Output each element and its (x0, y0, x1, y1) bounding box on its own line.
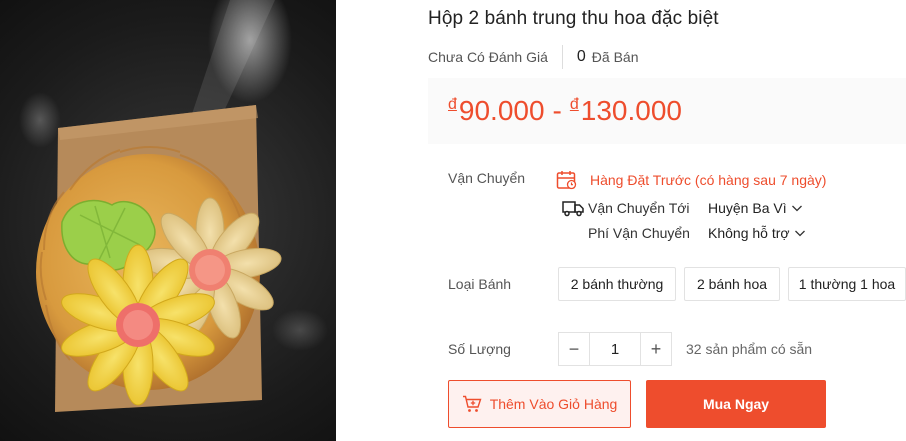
preorder-text: Hàng Đặt Trước (có hàng sau 7 ngày) (590, 172, 827, 188)
variant-label: Loại Bánh (448, 276, 512, 292)
calendar-icon (556, 171, 577, 190)
price-min-currency: đ (448, 96, 457, 113)
chevron-down-icon (791, 205, 802, 212)
product-title: Hộp 2 bánh trung thu hoa đặc biệt (428, 8, 719, 29)
ship-to-dropdown[interactable]: Huyện Ba Vì (708, 200, 803, 216)
add-to-cart-label: Thêm Vào Giỏ Hàng (489, 396, 618, 412)
price-separator: - (552, 95, 562, 126)
rating-text[interactable]: Chưa Có Đánh Giá (428, 49, 548, 65)
buy-now-button[interactable]: Mua Ngay (646, 380, 826, 428)
shipping-fee-row: Phí Vận Chuyển Không hỗ trợ (588, 225, 805, 241)
mooncake-illustration (36, 0, 282, 412)
quantity-input[interactable]: 1 (590, 332, 640, 366)
variant-option-1-thuong-1-hoa[interactable]: 1 thường 1 hoa (788, 267, 906, 301)
ship-to-row: Vận Chuyển Tới Huyện Ba Vì (562, 199, 802, 217)
price-max-currency: đ (569, 96, 579, 113)
quantity-stepper: − 1 + (558, 332, 672, 366)
quantity-decrease-button[interactable]: − (558, 332, 590, 366)
chevron-down-icon (794, 230, 805, 237)
variant-option-2-banh-thuong[interactable]: 2 bánh thường (558, 267, 676, 301)
price-box: đ 90.000 - đ 130.000 (428, 78, 906, 144)
variant-option-2-banh-hoa[interactable]: 2 bánh hoa (684, 267, 780, 301)
stock-available-text: 32 sản phẩm có sẵn (686, 341, 813, 357)
shipping-fee-value: Không hỗ trợ (708, 225, 790, 241)
rating-divider (561, 45, 563, 69)
shipping-fee-dropdown[interactable]: Không hỗ trợ (708, 225, 806, 241)
preorder-row: Hàng Đặt Trước (có hàng sau 7 ngày) (556, 170, 826, 190)
quantity-label: Số Lượng (448, 341, 511, 357)
sold-count: 0 (576, 48, 586, 65)
sold-label: Đã Bán (591, 49, 639, 65)
shipping-fee-label: Phí Vận Chuyển (588, 225, 690, 241)
shipping-label: Vận Chuyển (448, 170, 526, 186)
quantity-increase-button[interactable]: + (640, 332, 672, 366)
price-min: 90.000 (458, 95, 545, 126)
ship-to-value: Huyện Ba Vì (708, 200, 787, 216)
variant-options: 2 bánh thường 2 bánh hoa 1 thường 1 hoa (558, 267, 906, 301)
truck-icon (562, 201, 584, 217)
product-image[interactable] (0, 0, 336, 441)
add-to-cart-icon (462, 395, 482, 412)
rating-row: Chưa Có Đánh Giá 0 Đã Bán (428, 44, 638, 70)
ship-to-label: Vận Chuyển Tới (588, 200, 690, 216)
price-max: 130.000 (580, 95, 682, 126)
add-to-cart-button[interactable]: Thêm Vào Giỏ Hàng (448, 380, 631, 428)
